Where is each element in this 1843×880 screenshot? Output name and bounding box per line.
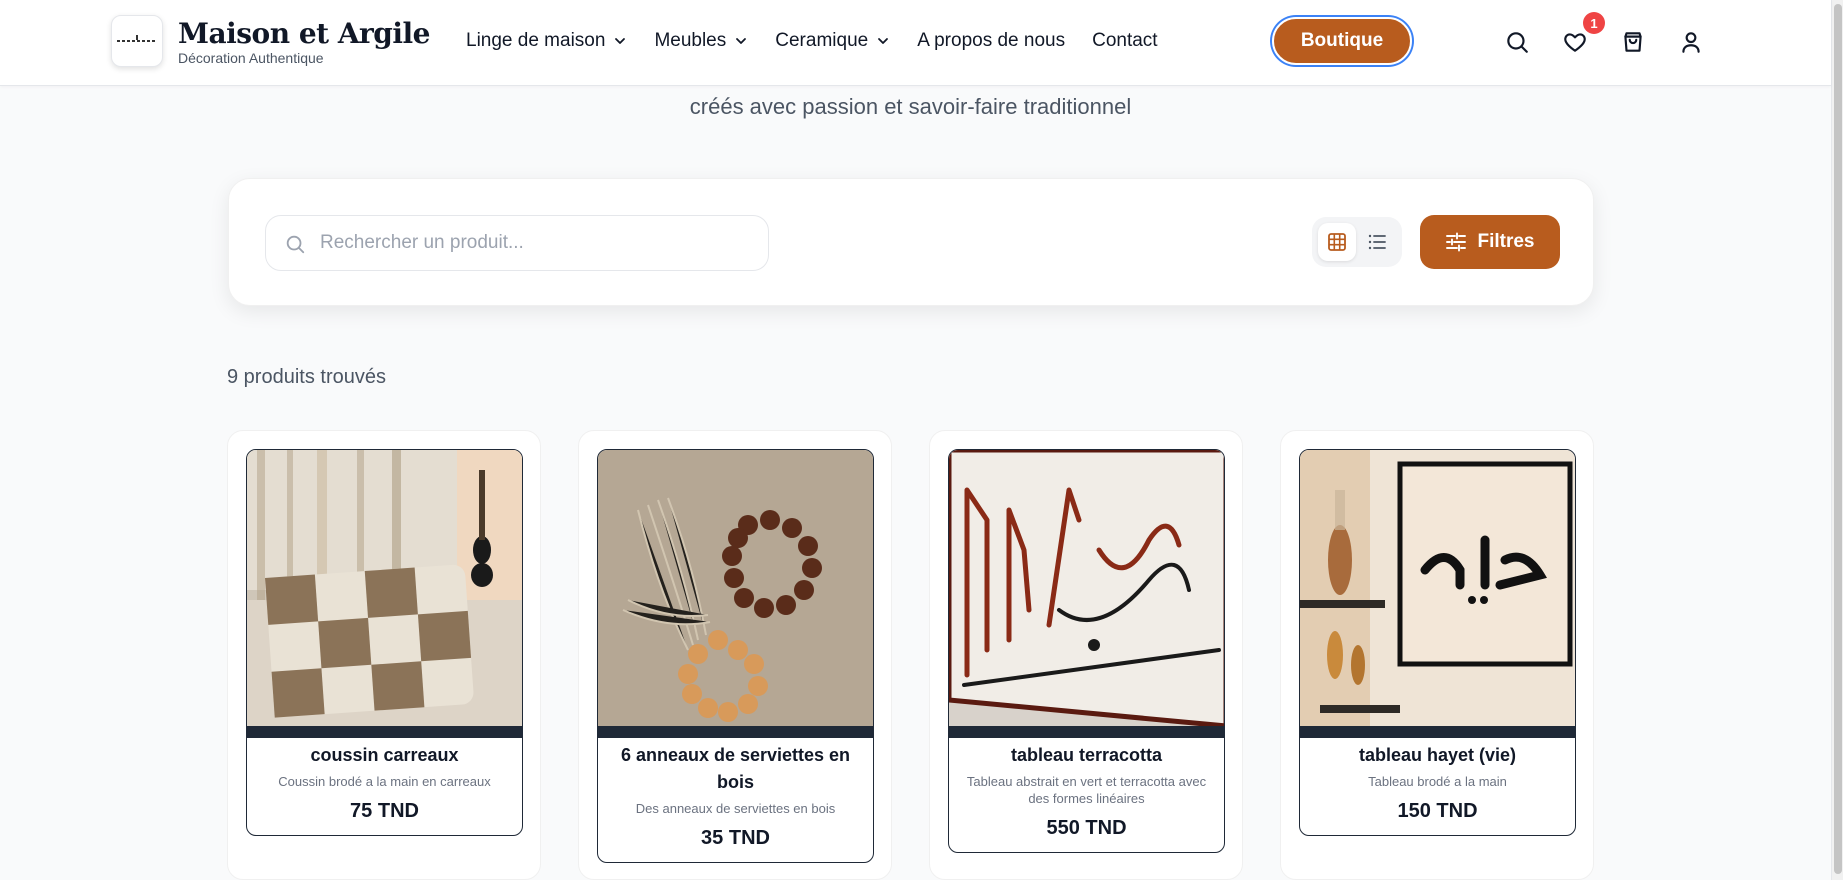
product-card-inner: 6 anneaux de serviettes en bois Des anne… — [597, 449, 874, 863]
boutique-button[interactable]: Boutique — [1272, 17, 1412, 65]
card-divider — [247, 726, 522, 738]
search-panel: Filtres — [228, 178, 1594, 306]
list-icon — [1368, 234, 1386, 250]
product-title[interactable]: coussin carreaux — [247, 738, 522, 769]
product-description: Tableau brodé a la main — [1368, 774, 1507, 789]
product-description: Coussin brodé a la main en carreaux — [278, 774, 491, 789]
product-price: 35 TND — [701, 827, 770, 849]
product-card-inner: coussin carreaux Coussin brodé a la main… — [246, 449, 523, 836]
product-description: Des anneaux de serviettes en bois — [635, 801, 836, 816]
hero-subtitle: créés avec passion et savoir-faire tradi… — [689, 94, 1132, 119]
shopping-bag-icon[interactable] — [1620, 29, 1646, 55]
sliders-icon — [1446, 232, 1467, 252]
product-card-inner: tableau terracotta Tableau abstrait en v… — [948, 449, 1225, 853]
nav-item-meubles[interactable]: Meubles — [654, 30, 748, 52]
nav-item-label: Meubles — [654, 30, 727, 51]
product-card[interactable]: tableau hayet (vie) Tableau brodé a la m… — [1280, 430, 1594, 880]
product-card-inner: tableau hayet (vie) Tableau brodé a la m… — [1299, 449, 1576, 836]
product-image[interactable] — [247, 450, 522, 726]
user-icon[interactable] — [1678, 29, 1704, 55]
product-card[interactable]: coussin carreaux Coussin brodé a la main… — [227, 430, 541, 880]
logo[interactable] — [111, 15, 163, 67]
nav-item-contact[interactable]: Contact — [1092, 30, 1157, 52]
logo-mark-icon — [117, 35, 157, 47]
search-icon[interactable] — [1504, 29, 1530, 55]
grid-view-button[interactable] — [1318, 223, 1356, 261]
product-card[interactable]: tableau terracotta Tableau abstrait en v… — [929, 430, 1243, 880]
filters-button[interactable]: Filtres — [1420, 215, 1560, 269]
search-input[interactable] — [320, 216, 760, 270]
product-title[interactable]: tableau terracotta — [949, 738, 1224, 769]
product-price: 150 TND — [1397, 800, 1478, 822]
product-title[interactable]: tableau hayet (vie) — [1300, 738, 1575, 769]
terracotta-artwork-image — [949, 450, 1224, 726]
cushion-image — [247, 450, 522, 726]
product-image[interactable] — [598, 450, 873, 726]
product-card[interactable]: 6 anneaux de serviettes en bois Des anne… — [578, 430, 892, 880]
product-price: 75 TND — [350, 800, 419, 822]
card-divider — [1300, 726, 1575, 738]
card-divider — [949, 726, 1224, 738]
product-image[interactable] — [949, 450, 1224, 726]
brand-tagline: Décoration Authentique — [178, 50, 324, 66]
nav-item-label: Linge de maison — [466, 30, 606, 51]
scrollbar-thumb[interactable] — [1834, 4, 1842, 874]
nav-item-ceramique[interactable]: Ceramique — [775, 30, 890, 52]
page-scrollbar[interactable] — [1831, 0, 1843, 880]
wishlist-badge: 1 — [1583, 12, 1605, 34]
product-description: Tableau abstrait en vert et terracotta a… — [966, 774, 1207, 806]
product-price: 550 TND — [1046, 817, 1127, 839]
hayet-artwork-image — [1300, 450, 1575, 726]
result-count: 9 produits trouvés — [227, 366, 386, 388]
chevron-down-icon — [615, 38, 626, 44]
product-image[interactable] — [1300, 450, 1575, 726]
grid-icon — [1328, 233, 1346, 251]
search-box[interactable] — [265, 215, 769, 271]
card-divider — [598, 726, 873, 738]
nav-item-label: Ceramique — [775, 30, 869, 51]
site-header: Maison et Argile Décoration Authentique … — [0, 0, 1831, 86]
chevron-down-icon — [878, 38, 889, 44]
view-toggle — [1312, 217, 1402, 267]
brand-name[interactable]: Maison et Argile — [178, 17, 430, 50]
napkin-rings-image — [598, 450, 873, 726]
nav-item-linge-de-maison[interactable]: Linge de maison — [466, 30, 627, 52]
nav-item-label: Contact — [1092, 30, 1158, 51]
filters-label: Filtres — [1477, 231, 1535, 252]
chevron-down-icon — [736, 38, 747, 44]
list-view-button[interactable] — [1358, 223, 1396, 261]
heart-icon[interactable] — [1562, 29, 1588, 55]
search-icon — [286, 235, 305, 254]
nav-item-label: A propos de nous — [917, 30, 1066, 51]
main-nav: Linge de maison Meubles Ceramique A prop… — [466, 30, 1185, 52]
nav-item-a-propos[interactable]: A propos de nous — [917, 30, 1065, 52]
product-title[interactable]: 6 anneaux de serviettes en bois — [598, 738, 873, 796]
